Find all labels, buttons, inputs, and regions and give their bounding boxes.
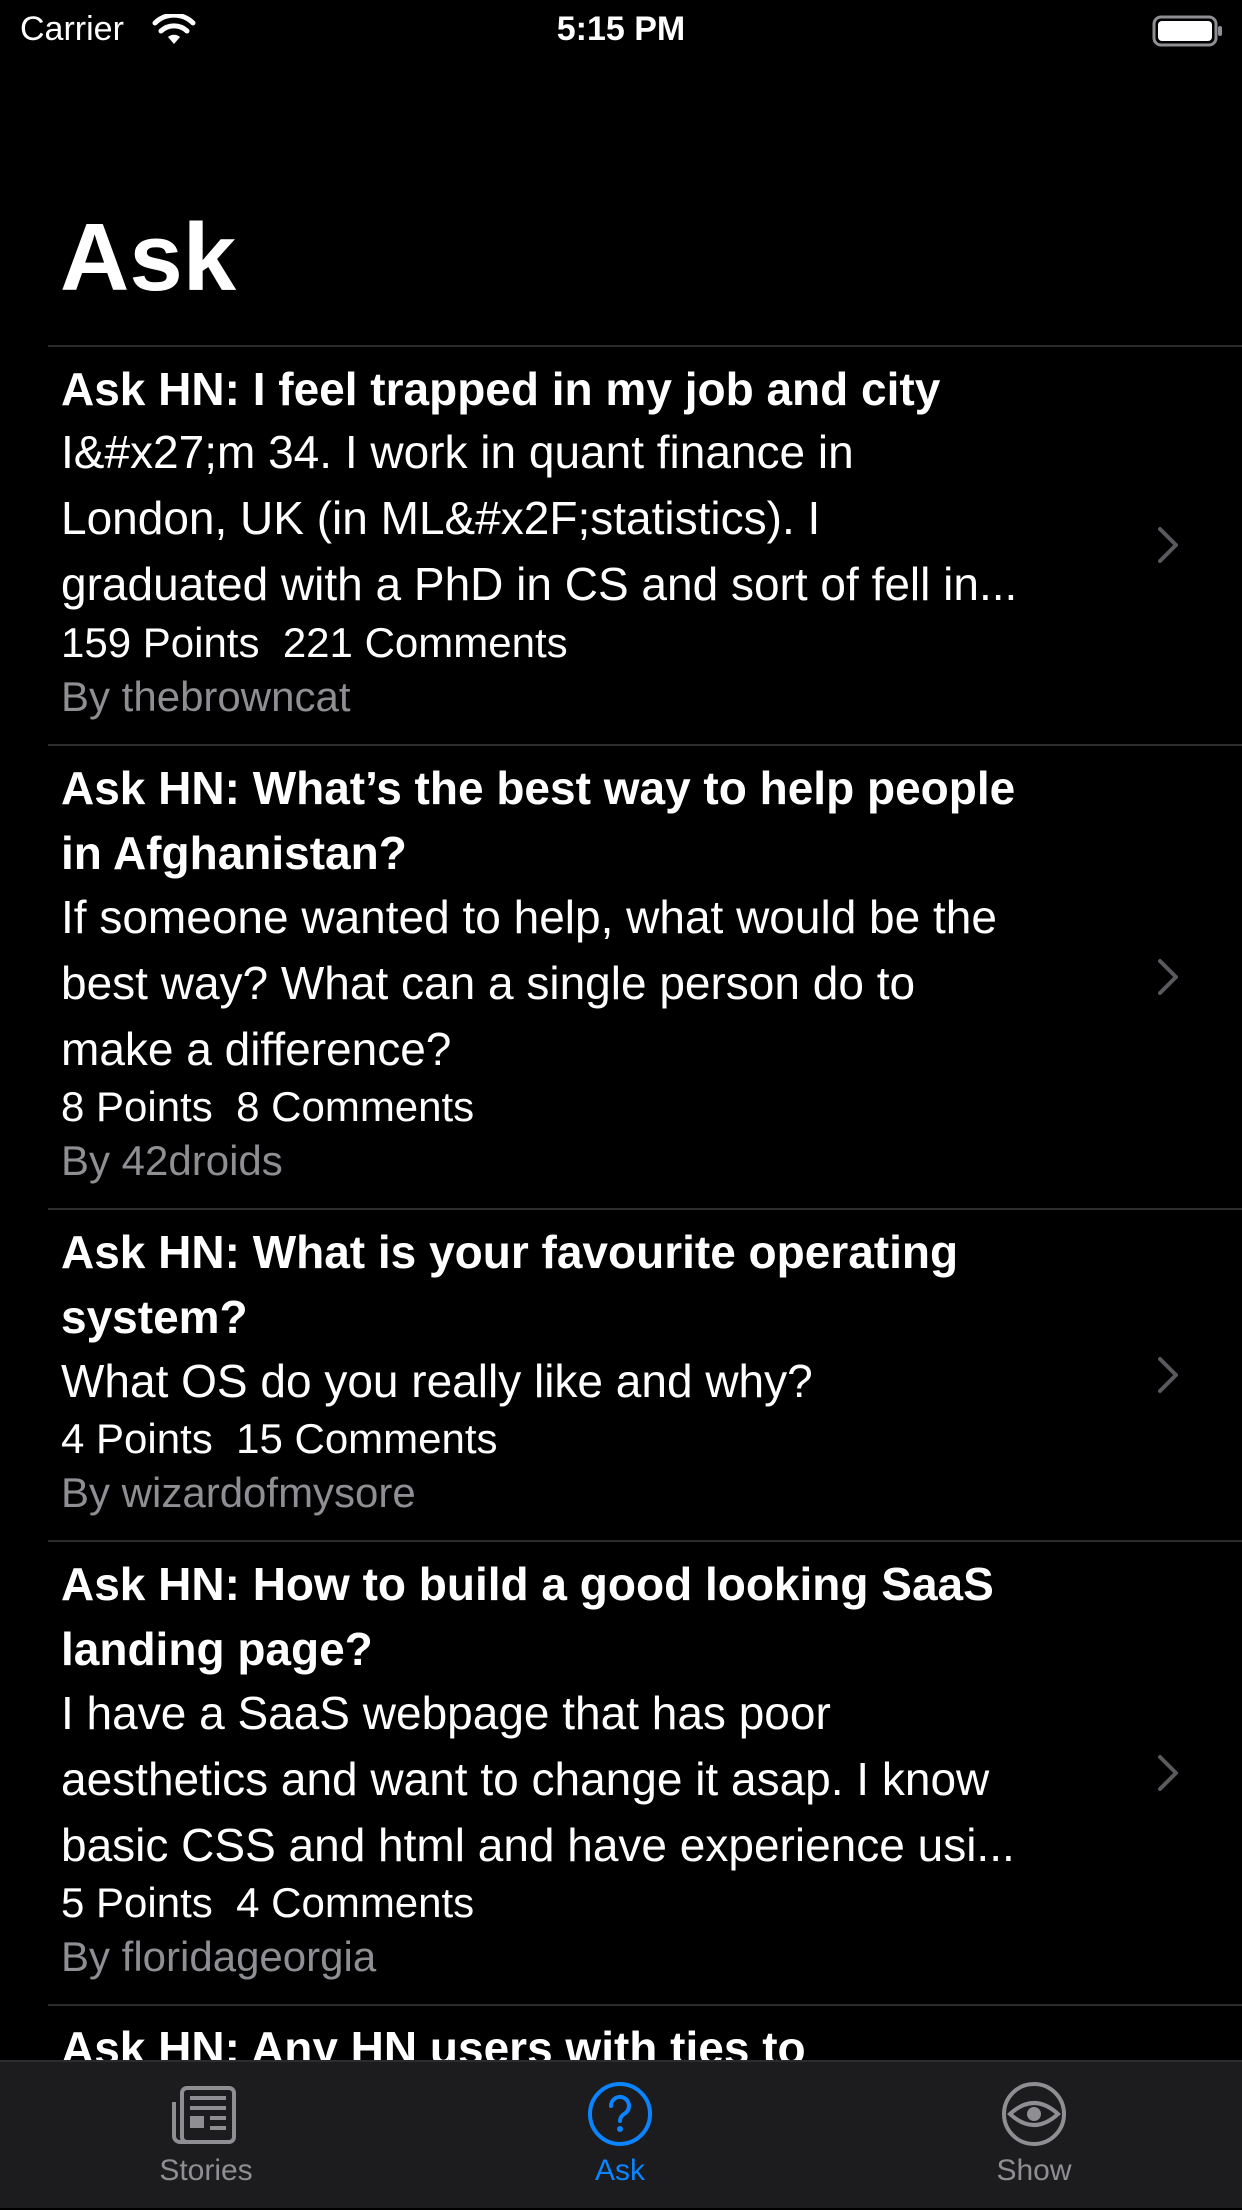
eye-icon: [1002, 2082, 1066, 2146]
chevron-right-icon: [1158, 1357, 1178, 1393]
story-title: Ask HN: I feel trapped in my job and cit…: [61, 357, 1121, 422]
story-body-line: aesthetics and want to change it asap. I…: [61, 1753, 990, 1805]
list-item[interactable]: Ask HN: Any HN users with ties to: [0, 2006, 1242, 2060]
story-author: By wizardofmysore: [61, 1469, 416, 1516]
comments-count: 8 Comments: [236, 1083, 475, 1130]
chevron-right-icon: [1158, 1755, 1178, 1791]
story-body-line: basic CSS and html and have experience u…: [61, 1819, 1015, 1871]
tab-show[interactable]: Show: [934, 2062, 1134, 2210]
status-time: 5:15 PM: [556, 10, 686, 48]
story-body-line: make a difference?: [61, 1023, 452, 1075]
list-item[interactable]: Ask HN: I feel trapped in my job and cit…: [0, 347, 1242, 744]
points-count: 5 Points: [61, 1879, 213, 1926]
story-title-line: Ask HN: I feel trapped in my job and cit…: [61, 363, 941, 415]
points-count: 4 Points: [61, 1415, 213, 1462]
story-body: What OS do you really like and why?: [61, 1348, 1141, 1414]
story-meta: 4 Points 15 Comments: [61, 1413, 498, 1465]
newspaper-icon: [172, 2086, 236, 2144]
story-title-line: Ask HN: How to build a good looking SaaS: [61, 1558, 994, 1610]
comments-count: 15 Comments: [236, 1415, 498, 1462]
tab-label: Stories: [159, 2154, 253, 2187]
chevron-right-icon: [1158, 527, 1178, 563]
page-title: Ask: [60, 204, 237, 311]
battery-icon: [1152, 15, 1222, 47]
story-title: Ask HN: What’s the best way to help peop…: [61, 756, 1121, 886]
story-meta: 159 Points 221 Comments: [61, 617, 568, 669]
story-body-line: best way? What can a single person do to: [61, 957, 916, 1009]
story-body-line: London, UK (in ML&#x2F;statistics). I: [61, 492, 821, 544]
story-body-line: I&#x27;m 34. I work in quant finance in: [61, 426, 854, 478]
story-body: I&#x27;m 34. I work in quant finance in …: [61, 419, 1141, 617]
comments-count: 221 Comments: [282, 619, 568, 666]
chevron-right-icon: [1158, 959, 1178, 995]
story-title-line: system?: [61, 1291, 248, 1343]
story-body: I have a SaaS webpage that has poor aest…: [61, 1680, 1141, 1878]
story-title-line: Ask HN: Any HN users with ties to: [61, 2022, 806, 2060]
story-list[interactable]: Ask HN: I feel trapped in my job and cit…: [0, 345, 1242, 2060]
list-item[interactable]: Ask HN: What is your favourite operating…: [0, 1210, 1242, 1540]
question-circle-icon: [588, 2082, 652, 2146]
tab-label: Ask: [594, 2154, 645, 2187]
story-body-line: If someone wanted to help, what would be…: [61, 891, 997, 943]
tab-bar: Stories Ask Show: [0, 2060, 1242, 2208]
story-body-line: What OS do you really like and why?: [61, 1355, 813, 1407]
list-item[interactable]: Ask HN: What’s the best way to help peop…: [0, 746, 1242, 1208]
story-body: If someone wanted to help, what would be…: [61, 884, 1141, 1082]
story-body-line: graduated with a PhD in CS and sort of f…: [61, 558, 1018, 610]
story-meta: 8 Points 8 Comments: [61, 1081, 474, 1133]
points-count: 159 Points: [61, 619, 260, 666]
story-title: Ask HN: How to build a good looking SaaS…: [61, 1552, 1121, 1682]
story-meta: 5 Points 4 Comments: [61, 1877, 474, 1929]
story-author: By 42droids: [61, 1137, 283, 1184]
story-title-line: landing page?: [61, 1623, 373, 1675]
story-title-line: Ask HN: What is your favourite operating: [61, 1226, 959, 1278]
story-author: By thebrowncat: [61, 673, 351, 720]
story-author: By floridageorgia: [61, 1933, 377, 1980]
tab-label: Show: [996, 2154, 1072, 2187]
tab-ask[interactable]: Ask: [520, 2062, 720, 2210]
story-body-line: I have a SaaS webpage that has poor: [61, 1687, 831, 1739]
story-title: Ask HN: Any HN users with ties to: [61, 2016, 1121, 2060]
list-item[interactable]: Ask HN: How to build a good looking SaaS…: [0, 1542, 1242, 2004]
comments-count: 4 Comments: [236, 1879, 475, 1926]
story-title-line: in Afghanistan?: [61, 827, 407, 879]
status-bar: Carrier 5:15 PM: [0, 0, 1242, 62]
tab-stories[interactable]: Stories: [106, 2062, 306, 2210]
story-title: Ask HN: What is your favourite operating…: [61, 1220, 1121, 1350]
story-title-line: Ask HN: What’s the best way to help peop…: [61, 762, 1016, 814]
points-count: 8 Points: [61, 1083, 213, 1130]
